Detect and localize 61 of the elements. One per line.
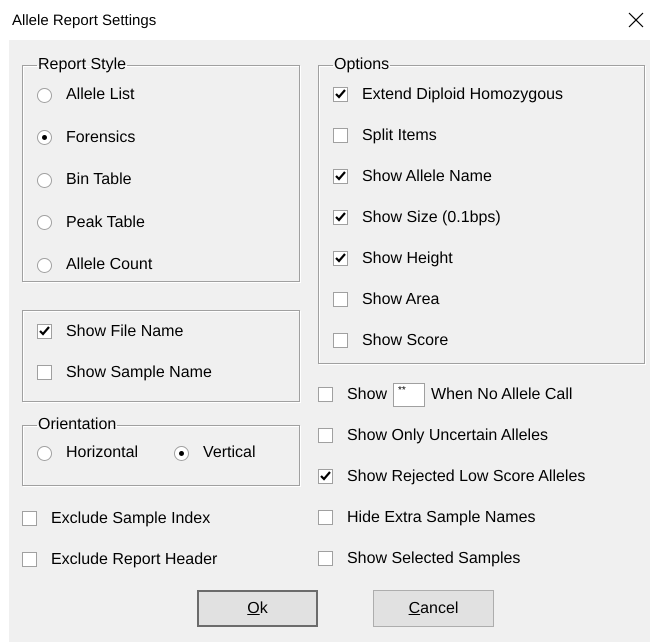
checkbox[interactable] bbox=[318, 469, 333, 484]
checkbox-label: Show Size (0.1bps) bbox=[361, 208, 502, 228]
checkbox[interactable] bbox=[318, 551, 333, 566]
checkbox-label: Exclude Report Header bbox=[50, 550, 218, 570]
checkbox[interactable] bbox=[37, 365, 52, 380]
checkmark-icon bbox=[320, 471, 331, 482]
checkbox-label: Show Allele Name bbox=[361, 166, 493, 186]
checkbox[interactable] bbox=[333, 87, 348, 102]
checkbox[interactable] bbox=[318, 428, 333, 443]
group-legend: Orientation bbox=[37, 416, 118, 434]
radio-button[interactable] bbox=[37, 130, 52, 146]
close-icon[interactable] bbox=[628, 12, 644, 28]
radio-label: Bin Table bbox=[65, 170, 133, 190]
radio-button[interactable] bbox=[37, 172, 52, 188]
checkbox-label: Exclude Sample Index bbox=[50, 508, 212, 528]
checkbox[interactable] bbox=[333, 169, 348, 184]
radio-label: Allele Count bbox=[65, 255, 154, 276]
radio-label: Forensics bbox=[65, 128, 136, 148]
radio-button[interactable] bbox=[37, 446, 52, 460]
checkbox-label: Hide Extra Sample Names bbox=[346, 508, 537, 528]
checkbox-label: When No Allele Call bbox=[430, 384, 574, 404]
group-legend: Report Style bbox=[37, 56, 128, 74]
checkbox-label: Show Area bbox=[361, 290, 440, 310]
checkbox[interactable] bbox=[333, 210, 348, 225]
group-legend: Options bbox=[333, 56, 390, 74]
checkbox-label: Show Score bbox=[361, 330, 450, 350]
checkbox[interactable] bbox=[22, 552, 37, 567]
radio-label: Peak Table bbox=[65, 212, 146, 233]
checkbox-label: Show Only Uncertain Alleles bbox=[346, 426, 549, 446]
radio-button[interactable] bbox=[37, 215, 52, 230]
radio-button[interactable] bbox=[37, 88, 52, 103]
checkmark-icon bbox=[335, 89, 346, 100]
radio-label: Vertical bbox=[202, 443, 256, 463]
radio-button[interactable] bbox=[37, 258, 52, 273]
checkbox-label: Show File Name bbox=[65, 322, 184, 342]
checkbox[interactable] bbox=[22, 511, 37, 526]
checkmark-icon bbox=[39, 326, 50, 337]
checkbox[interactable] bbox=[333, 292, 348, 307]
cancel-button[interactable]: Cancel bbox=[373, 590, 494, 627]
ok-button[interactable]: Ok bbox=[197, 590, 318, 627]
window-title: Allele Report Settings bbox=[12, 12, 156, 28]
checkmark-icon bbox=[335, 212, 346, 223]
checkbox-label: Split Items bbox=[361, 126, 438, 146]
radio-button[interactable] bbox=[174, 446, 190, 460]
checkbox-label: Show Height bbox=[361, 248, 454, 268]
checkbox-label: Show bbox=[346, 384, 388, 404]
checkbox[interactable] bbox=[318, 387, 333, 402]
checkbox-label: Show Selected Samples bbox=[346, 548, 522, 568]
checkbox[interactable] bbox=[318, 510, 333, 525]
checkbox-label: Extend Diploid Homozygous bbox=[361, 84, 564, 104]
checkbox[interactable] bbox=[333, 128, 348, 143]
checkmark-icon bbox=[335, 253, 346, 264]
checkbox[interactable] bbox=[333, 333, 348, 348]
radio-label: Horizontal bbox=[65, 443, 140, 463]
placeholder-text-field[interactable]: ** bbox=[393, 382, 426, 406]
checkbox[interactable] bbox=[37, 324, 52, 339]
checkbox-label: Show Sample Name bbox=[65, 362, 213, 382]
checkmark-icon bbox=[335, 171, 346, 182]
checkbox-label: Show Rejected Low Score Alleles bbox=[346, 466, 586, 486]
radio-label: Allele List bbox=[65, 85, 136, 106]
checkbox[interactable] bbox=[333, 251, 348, 266]
